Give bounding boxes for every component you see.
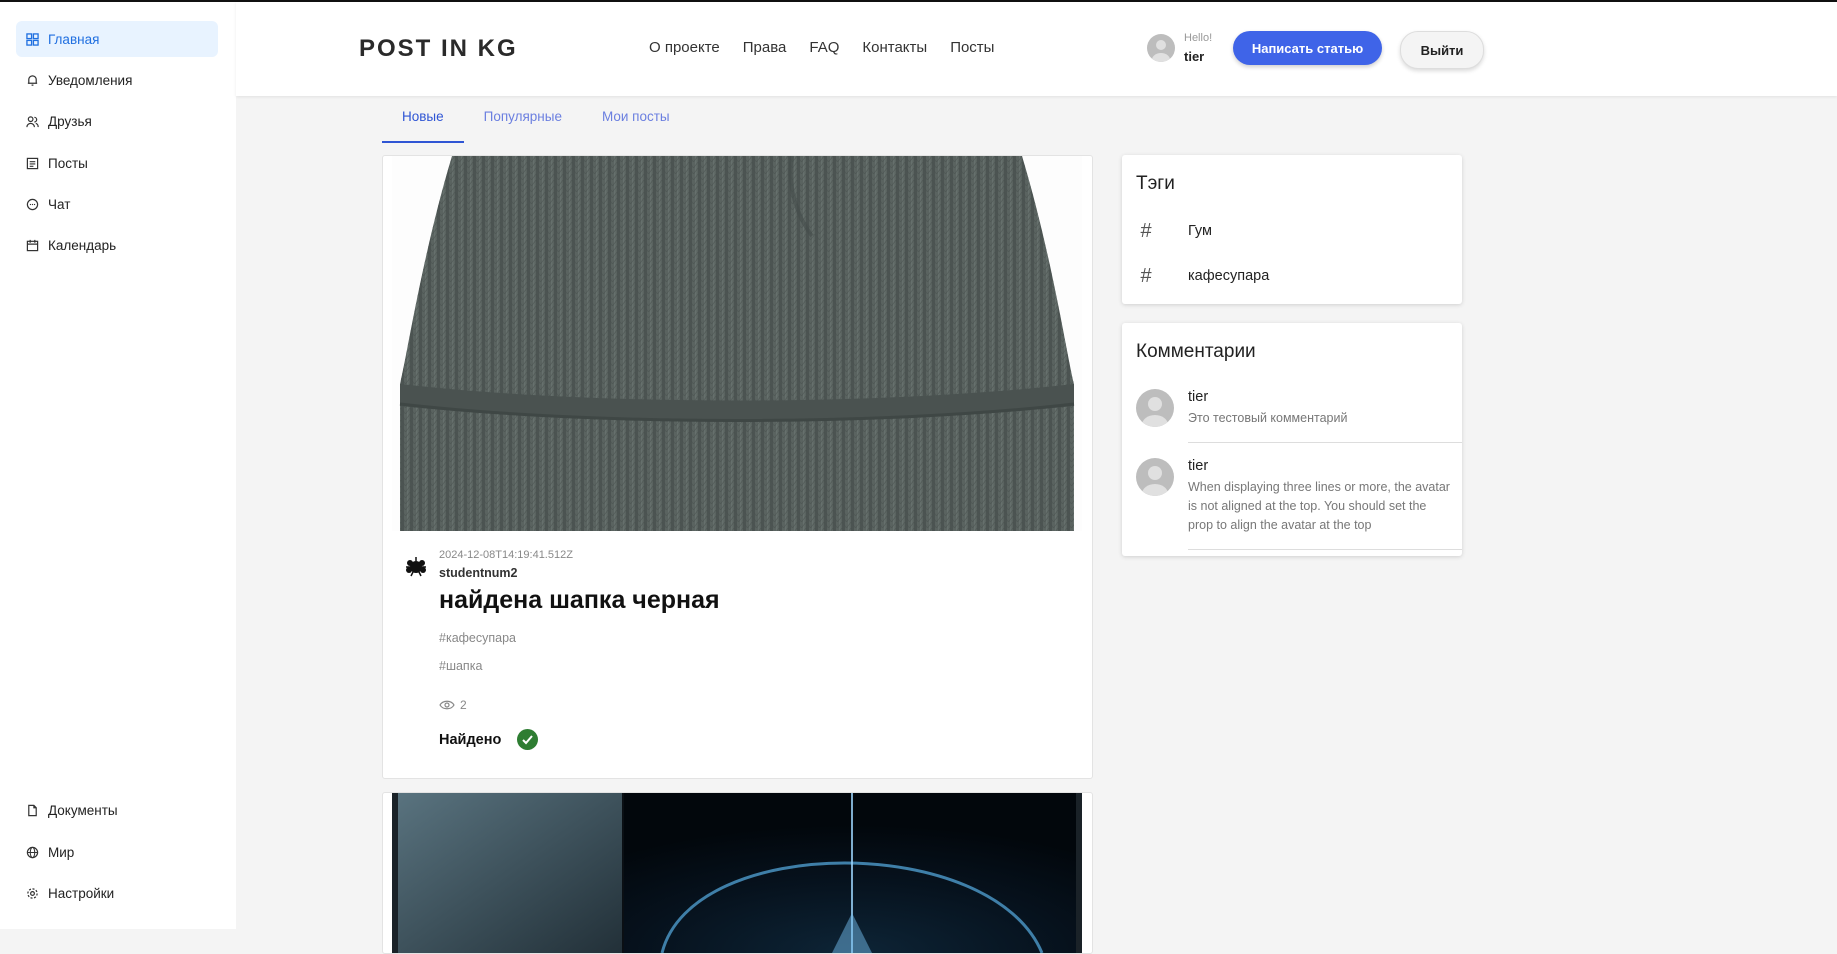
sidebar-item-calendar[interactable]: Календарь bbox=[16, 227, 218, 263]
menu-item-about[interactable]: О проекте bbox=[649, 39, 720, 56]
post-views: 2 bbox=[439, 698, 467, 712]
comment-author: tier bbox=[1188, 458, 1209, 474]
tab-new[interactable]: Новые bbox=[382, 105, 464, 143]
tag-item[interactable]: # Гум bbox=[1136, 216, 1212, 246]
greeting-text: Hello! bbox=[1184, 32, 1213, 44]
post-tag[interactable]: #кафесупара bbox=[439, 631, 516, 645]
sidebar-item-chat[interactable]: Чат bbox=[16, 186, 218, 222]
site-logo[interactable]: POST IN KG bbox=[359, 35, 518, 63]
eye-icon bbox=[439, 700, 455, 710]
sidebar-item-documents[interactable]: Документы bbox=[16, 792, 218, 828]
person-icon bbox=[1142, 397, 1168, 427]
sidebar-item-label: Настройки bbox=[48, 885, 115, 901]
user-avatar[interactable] bbox=[1147, 34, 1175, 62]
tags-title: Тэги bbox=[1136, 173, 1175, 194]
sidebar-item-world[interactable]: Мир bbox=[16, 834, 218, 870]
globe-icon bbox=[24, 844, 40, 860]
tag-label: Гум bbox=[1188, 223, 1212, 239]
sidebar-item-settings[interactable]: Настройки bbox=[16, 875, 218, 911]
top-menu: О проекте Права FAQ Контакты Посты bbox=[649, 39, 994, 56]
post-status: Найдено bbox=[439, 729, 539, 750]
post-date: 2024-12-08T14:19:41.512Z bbox=[439, 549, 573, 561]
comment-author: tier bbox=[1188, 389, 1209, 405]
comment-text: Это тестовый комментарий bbox=[1188, 411, 1348, 425]
status-label: Найдено bbox=[439, 731, 502, 748]
bell-icon bbox=[24, 72, 40, 88]
username: tier bbox=[1184, 49, 1205, 64]
post-card[interactable]: 2024-12-08T14:19:41.512Z studentnum2 най… bbox=[382, 155, 1093, 779]
comment-avatar bbox=[1136, 389, 1174, 427]
sidebar-item-home[interactable]: Главная bbox=[16, 21, 218, 57]
check-circle-icon bbox=[517, 729, 539, 750]
comment-text: When displaying three lines or more, the… bbox=[1188, 480, 1450, 532]
document-icon bbox=[24, 802, 40, 818]
gear-icon bbox=[24, 885, 40, 901]
post-tabs: Новые Популярные Мои посты bbox=[382, 105, 690, 143]
friends-icon bbox=[24, 113, 40, 129]
chat-icon bbox=[24, 196, 40, 212]
comment-divider bbox=[1188, 442, 1462, 443]
sidebar-item-label: Чат bbox=[48, 196, 71, 212]
comment-avatar bbox=[1136, 458, 1174, 496]
sidebar-item-posts[interactable]: Посты bbox=[16, 145, 218, 181]
sidebar-item-label: Друзья bbox=[48, 113, 92, 129]
sidebar-item-friends[interactable]: Друзья bbox=[16, 103, 218, 139]
grid-icon bbox=[24, 31, 40, 47]
hash-icon: # bbox=[1140, 264, 1152, 287]
sidebar-item-label: Мир bbox=[48, 844, 75, 860]
views-count: 2 bbox=[460, 698, 467, 712]
sidebar-item-label: Посты bbox=[48, 155, 88, 171]
sidebar-item-label: Главная bbox=[48, 31, 100, 47]
sidebar-item-label: Уведомления bbox=[48, 72, 133, 88]
sidebar-item-notifications[interactable]: Уведомления bbox=[16, 62, 218, 98]
post-tag[interactable]: #шапка bbox=[439, 659, 482, 673]
post-title[interactable]: найдена шапка черная bbox=[439, 586, 720, 615]
logout-button[interactable]: Выйти bbox=[1400, 31, 1484, 69]
comments-title: Комментарии bbox=[1136, 341, 1256, 362]
person-icon bbox=[1142, 466, 1168, 496]
tags-panel: Тэги # Гум # кафесупара bbox=[1122, 155, 1462, 304]
list-icon bbox=[24, 155, 40, 171]
comment-divider bbox=[1188, 549, 1462, 550]
tag-label: кафесупара bbox=[1188, 268, 1270, 284]
sidebar-item-label: Документы bbox=[48, 802, 118, 818]
header: POST IN KG О проекте Права FAQ Контакты … bbox=[236, 2, 1837, 96]
menu-item-posts[interactable]: Посты bbox=[950, 39, 994, 56]
author-avatar[interactable] bbox=[402, 553, 430, 581]
sidebar-item-label: Календарь bbox=[48, 237, 117, 253]
person-icon bbox=[1152, 40, 1170, 62]
post-card[interactable] bbox=[382, 792, 1093, 954]
post-image-phone bbox=[392, 793, 1082, 953]
write-article-button[interactable]: Написать статью bbox=[1233, 31, 1382, 65]
post-image-hat bbox=[392, 156, 1082, 531]
tab-popular[interactable]: Популярные bbox=[464, 105, 582, 141]
sidebar: Главная Уведомления Друзья Посты Чат Кал… bbox=[0, 2, 236, 929]
tag-item[interactable]: # кафесупара bbox=[1136, 261, 1269, 291]
tab-my-posts[interactable]: Мои посты bbox=[582, 105, 690, 141]
post-author[interactable]: studentnum2 bbox=[439, 566, 517, 580]
menu-item-rights[interactable]: Права bbox=[743, 39, 787, 56]
comments-panel: Комментарии tier Это тестовый комментари… bbox=[1122, 323, 1462, 556]
calendar-icon bbox=[24, 237, 40, 253]
hash-icon: # bbox=[1140, 219, 1152, 242]
menu-item-contacts[interactable]: Контакты bbox=[862, 39, 927, 56]
menu-item-faq[interactable]: FAQ bbox=[809, 39, 839, 56]
